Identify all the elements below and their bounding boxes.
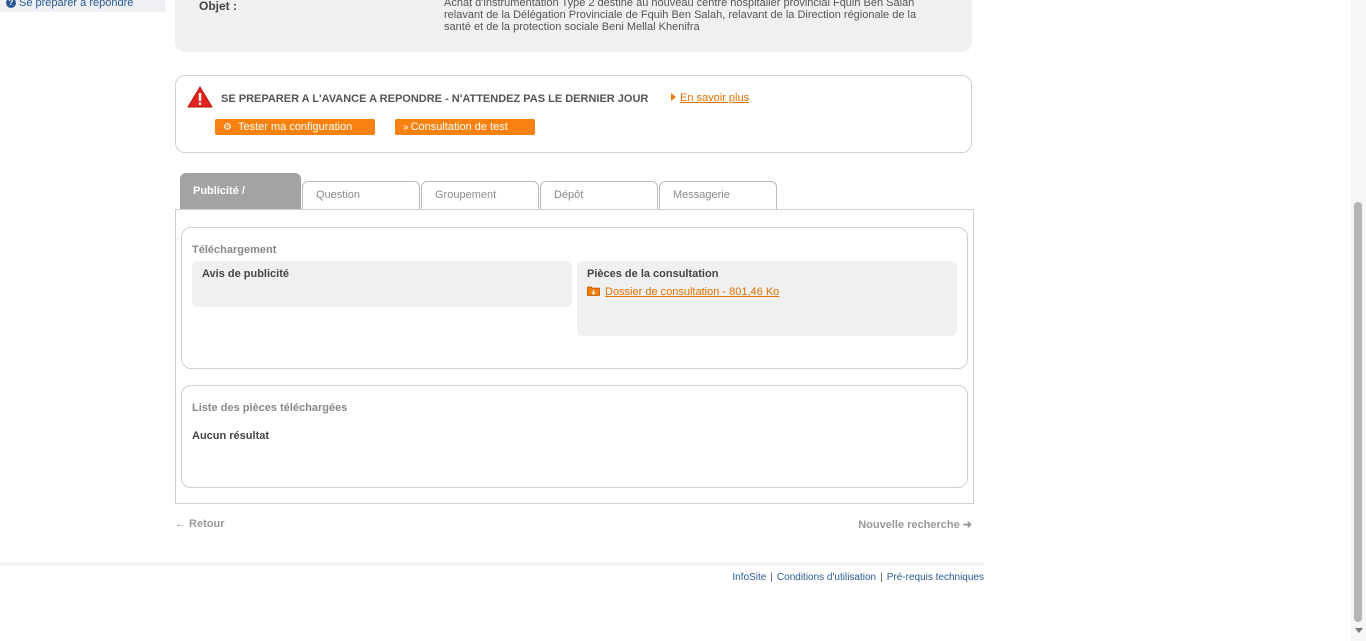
help-icon: ? [6,0,16,8]
no-result-text: Aucun résultat [192,430,270,442]
pieces-card: Pièces de la consultation Dossier de con… [577,261,957,336]
gears-icon: ⚙ [223,121,232,133]
footer-links: InfoSite | Conditions d'utilisation | Pré-re… [732,572,984,583]
footer-divider [0,562,984,566]
tab-messagerie[interactable]: Messagerie [659,181,777,209]
double-chevron-icon: » [403,121,409,133]
new-search-link[interactable]: Nouvelle recherche ➜ [858,518,972,531]
tab-question[interactable]: Question [302,181,420,209]
telechargement-section: Téléchargement Avis de publicité Pièces … [181,227,968,369]
avis-title: Avis de publicité [202,268,290,280]
folder-download-icon [587,285,600,299]
objet-text: Achat d'instrumentation Type 2 destiné a… [444,0,917,33]
sidebar-item-label: Se préparer à répondre [19,0,134,9]
tab-panel: Téléchargement Avis de publicité Pièces … [175,209,974,504]
test-config-label: Tester ma configuration [237,121,353,133]
section-title: Téléchargement [192,244,277,256]
dossier-download-link[interactable]: Dossier de consultation - 801,46 Ko [587,285,779,299]
prep-title: SE PREPARER A L'AVANCE A REPONDRE - N'AT… [221,93,649,105]
liste-section: Liste des pièces téléchargées Aucun résu… [181,385,968,488]
prep-panel: SE PREPARER A L'AVANCE A REPONDRE - N'AT… [175,75,972,153]
objet-label: Objet : [199,0,237,13]
tab-label: Publicité / [193,185,245,197]
warning-icon [187,86,213,111]
arrow-right-icon [671,93,676,101]
scroll-down-arrow-icon[interactable] [1355,628,1363,633]
conditions-link[interactable]: Conditions d'utilisation [777,572,876,583]
vertical-scrollbar[interactable] [1351,0,1366,641]
tab-groupement[interactable]: Groupement [421,181,539,209]
footer-separator: | [770,572,773,583]
liste-title: Liste des pièces téléchargées [192,402,348,414]
back-link[interactable]: ← Retour [175,518,225,530]
avis-card: Avis de publicité [192,261,572,307]
tab-label: Dépôt [554,189,584,201]
tab-label: Messagerie [673,189,730,201]
infosite-link[interactable]: InfoSite [732,572,766,583]
tab-publicite[interactable]: Publicité / [180,173,301,210]
prerequis-link[interactable]: Pré-requis techniques [887,572,984,583]
tab-label: Groupement [435,189,497,201]
objet-panel: Objet : Achat d'instrumentation Type 2 d… [175,0,972,52]
test-consultation-label: Consultation de test [410,121,508,133]
tab-label: Question [316,189,361,201]
test-config-button[interactable]: ⚙ Tester ma configuration [215,119,375,135]
footer-separator: | [880,572,883,583]
sidebar-item-prep[interactable]: ? Se préparer à répondre [0,0,165,12]
pieces-title: Pièces de la consultation [587,268,719,280]
more-info-link[interactable]: En savoir plus [680,92,749,104]
test-consultation-button[interactable]: » Consultation de test [395,119,535,135]
scrollbar-thumb[interactable] [1354,202,1362,622]
tab-depot[interactable]: Dépôt [540,181,658,209]
dossier-link-label: Dossier de consultation - 801,46 Ko [605,286,780,298]
